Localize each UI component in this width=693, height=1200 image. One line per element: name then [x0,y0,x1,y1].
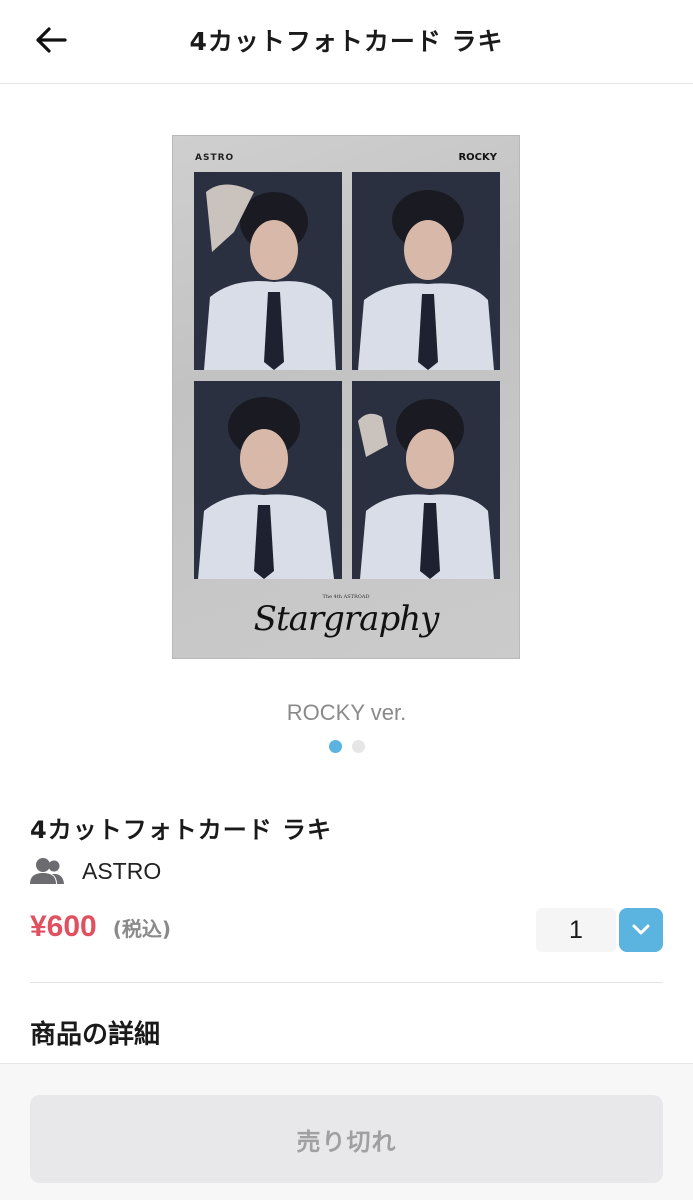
quantity-dropdown-button[interactable] [619,908,663,952]
details-section-title: 商品の詳細 [30,1020,161,1050]
carousel-indicator [0,740,693,753]
card-brand-right: ROCKY [458,152,497,163]
card-logo: Stargraphy [253,599,440,639]
tax-note: (税込) [112,917,172,941]
photo-cut-4 [352,381,500,579]
price: ¥600 [30,910,97,943]
artist-name: ASTRO [82,857,162,884]
page-title: 4カットフォトカード ラキ [189,27,504,56]
carousel-dot-1[interactable] [328,740,342,753]
divider [30,982,663,983]
product-name: 4カットフォトカード ラキ [30,816,333,844]
photo-cut-3 [194,381,342,579]
artist-row[interactable]: ASTRO [30,856,161,886]
users-icon [30,858,64,884]
top-app-bar: 4カットフォトカード ラキ [0,0,693,84]
product-image[interactable]: ASTRO ROCKY The 4th ASTROAD Stargraphy [172,135,520,659]
sold-out-button[interactable]: 売り切れ [30,1095,663,1183]
price-row: ¥600 (税込) [30,910,171,944]
chevron-down-icon [632,924,650,935]
photo-cut-2 [352,172,500,370]
image-caption: ROCKY ver. [286,700,407,725]
carousel-dot-2[interactable] [351,740,365,753]
photo-cut-1 [194,172,342,370]
card-brand-left: ASTRO [195,153,235,163]
quantity-select[interactable]: 1 [536,908,616,952]
